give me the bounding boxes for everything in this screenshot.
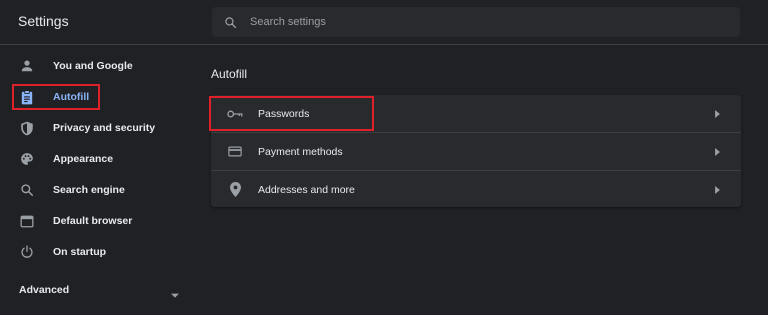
search-input[interactable] — [248, 15, 732, 29]
row-payment-methods[interactable]: Payment methods — [211, 133, 741, 170]
sidebar-item-label: Default browser — [53, 215, 133, 227]
chevron-right-icon — [713, 185, 721, 195]
sidebar-item-default-browser[interactable]: Default browser — [0, 206, 195, 236]
sidebar-item-label: Privacy and security — [53, 122, 156, 134]
shield-icon — [19, 120, 35, 136]
sidebar-item-autofill[interactable]: Autofill — [0, 82, 195, 112]
power-icon — [19, 244, 35, 260]
sidebar-item-you-and-google[interactable]: You and Google — [0, 51, 195, 81]
app-title: Settings — [18, 13, 69, 29]
row-label: Passwords — [258, 107, 310, 120]
sidebar-item-label: Search engine — [53, 184, 125, 196]
advanced-label: Advanced — [19, 284, 70, 296]
sidebar: You and Google Autofill Privacy and secu… — [0, 45, 195, 315]
sidebar-item-label: Autofill — [53, 91, 90, 103]
autofill-card: Passwords Payment methods Addresses and … — [211, 95, 741, 207]
sidebar-item-on-startup[interactable]: On startup — [0, 237, 195, 267]
sidebar-item-privacy-and-security[interactable]: Privacy and security — [0, 113, 195, 143]
chevron-right-icon — [713, 147, 721, 157]
sidebar-item-label: Appearance — [53, 153, 114, 165]
search-icon — [222, 14, 238, 30]
person-icon — [19, 58, 35, 74]
row-addresses-and-more[interactable]: Addresses and more — [211, 171, 741, 208]
credit-card-icon — [227, 144, 243, 160]
location-pin-icon — [227, 182, 243, 198]
top-bar: Settings — [0, 0, 768, 45]
row-passwords[interactable]: Passwords — [211, 95, 741, 132]
search-box[interactable] — [212, 7, 740, 37]
sidebar-item-label: You and Google — [53, 60, 133, 72]
sidebar-item-label: On startup — [53, 246, 107, 258]
clipboard-icon — [19, 89, 35, 105]
section-title: Autofill — [211, 67, 248, 81]
row-label: Payment methods — [258, 145, 343, 158]
sidebar-item-search-engine[interactable]: Search engine — [0, 175, 195, 205]
chevron-right-icon — [713, 109, 721, 119]
chevron-down-icon — [171, 286, 179, 304]
sidebar-item-appearance[interactable]: Appearance — [0, 144, 195, 174]
key-icon — [227, 106, 243, 122]
browser-window-icon — [19, 213, 35, 229]
advanced-section-toggle[interactable]: Advanced — [0, 280, 195, 300]
row-label: Addresses and more — [258, 183, 355, 196]
search-icon — [19, 182, 35, 198]
palette-icon — [19, 151, 35, 167]
